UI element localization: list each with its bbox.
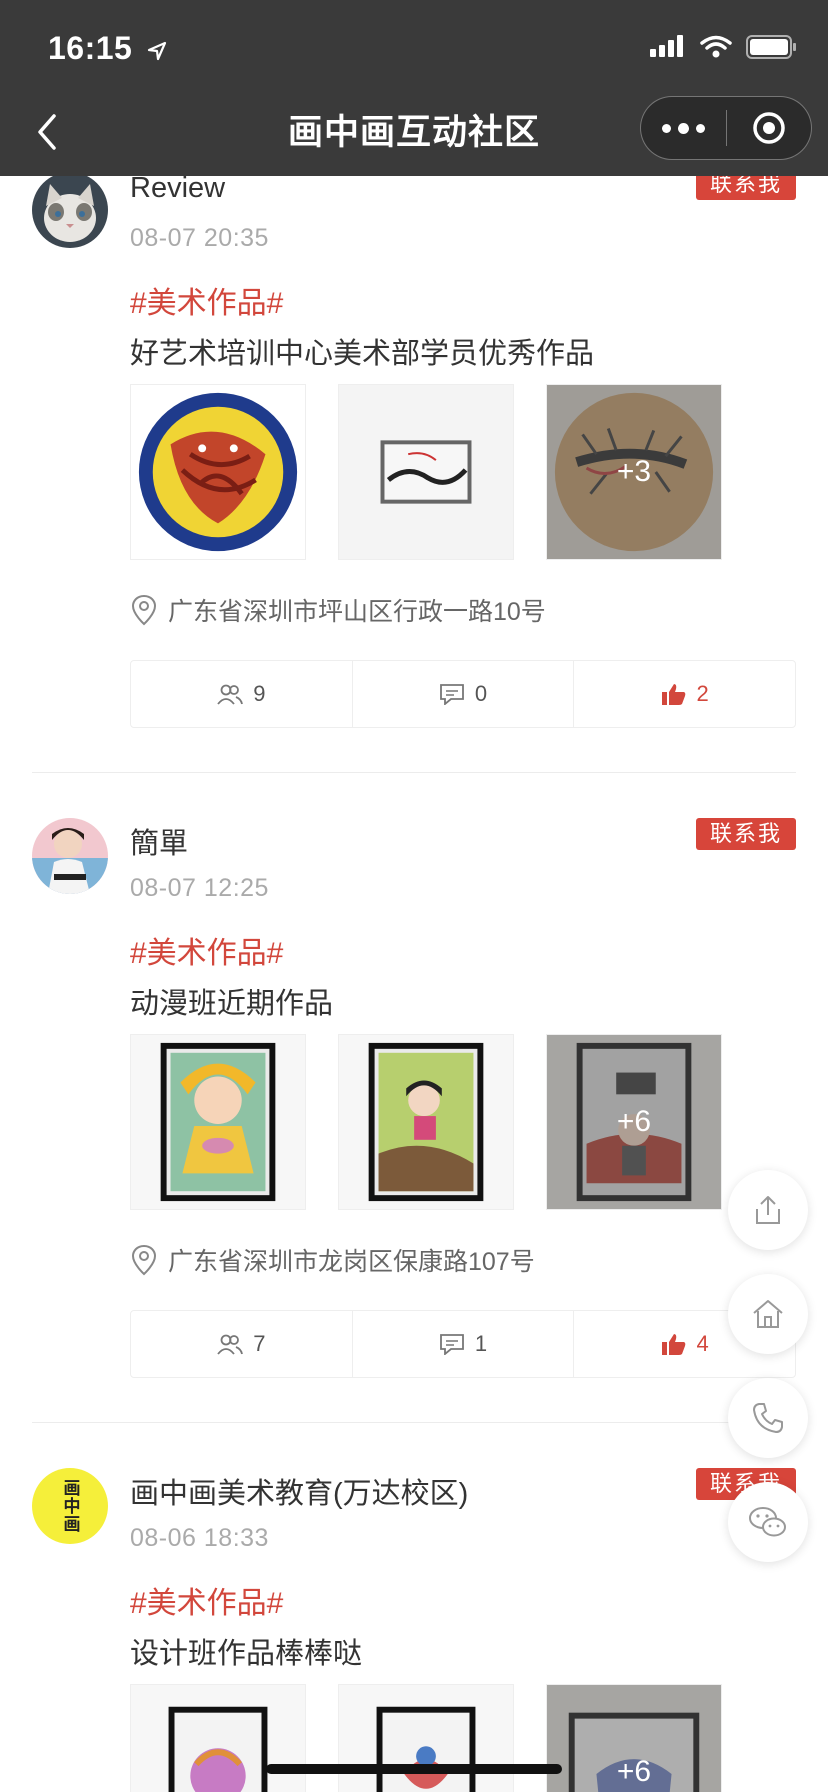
phone-button[interactable] xyxy=(728,1378,808,1458)
comment-icon xyxy=(439,1334,464,1355)
post-author[interactable]: Review xyxy=(130,172,225,205)
signal-icon xyxy=(650,35,683,57)
avatar[interactable]: 画中画 xyxy=(32,1468,108,1544)
comment-button[interactable]: 0 xyxy=(353,661,575,727)
post-image[interactable]: +3 xyxy=(546,384,722,560)
status-icons xyxy=(650,34,798,60)
post-image[interactable] xyxy=(338,1684,514,1792)
post-location[interactable]: 广东省深圳市龙岗区保康路107号 xyxy=(130,1242,535,1278)
comment-icon xyxy=(439,684,464,705)
post-image[interactable] xyxy=(130,1034,306,1210)
thumbs-up-icon xyxy=(661,684,685,705)
comment-button[interactable]: 1 xyxy=(353,1311,575,1377)
post-author[interactable]: 画中画美术教育(万达校区) xyxy=(130,1470,468,1512)
post-date: 08-07 20:35 xyxy=(130,224,269,252)
comments-count: 0 xyxy=(474,681,488,706)
post-date: 08-06 18:33 xyxy=(130,1524,269,1552)
share-icon xyxy=(756,1196,780,1224)
more-button[interactable] xyxy=(641,97,726,159)
target-icon xyxy=(753,112,785,144)
contact-button[interactable]: 联系我 xyxy=(695,818,796,850)
post-actions: 7 1 4 xyxy=(130,1310,796,1378)
post-tag[interactable]: #美术作品# xyxy=(130,1578,283,1622)
home-icon xyxy=(753,1300,783,1328)
views-count: 9 xyxy=(253,681,266,706)
more-images-count: +6 xyxy=(547,1685,721,1792)
post-image[interactable] xyxy=(130,1684,306,1792)
post-actions: 9 0 2 xyxy=(130,660,796,728)
close-mini-program-button[interactable] xyxy=(727,97,811,159)
location-pin-icon xyxy=(131,594,157,626)
post-date: 08-07 12:25 xyxy=(130,874,269,902)
likes-count: 4 xyxy=(696,1331,709,1356)
post-image[interactable]: +6 xyxy=(546,1684,722,1792)
more-images-count: +6 xyxy=(547,1035,721,1209)
status-time: 16:15 xyxy=(48,30,168,67)
mini-program-capsule xyxy=(640,96,812,160)
phone-icon xyxy=(753,1403,783,1433)
post-image[interactable] xyxy=(130,384,306,560)
location-text: 广东省深圳市龙岗区保康路107号 xyxy=(168,1248,535,1276)
post-location[interactable]: 广东省深圳市坪山区行政一路10号 xyxy=(130,592,546,628)
post-tag[interactable]: #美术作品# xyxy=(130,278,283,322)
views-button[interactable]: 9 xyxy=(131,661,353,727)
avatar[interactable] xyxy=(32,818,108,894)
post-tag[interactable]: #美术作品# xyxy=(130,928,283,972)
views-count: 7 xyxy=(253,1331,266,1356)
thumbs-up-icon xyxy=(661,1334,685,1355)
more-images-count: +3 xyxy=(547,385,721,559)
status-time-text: 16:15 xyxy=(48,30,133,66)
post-author[interactable]: 簡單 xyxy=(130,820,188,862)
post-text: 好艺术培训中心美术部学员优秀作品 xyxy=(130,338,595,370)
battery-icon xyxy=(746,35,796,59)
post-text: 设计班作品棒棒哒 xyxy=(130,1638,363,1670)
location-text: 广东省深圳市坪山区行政一路10号 xyxy=(168,598,546,626)
views-button[interactable]: 7 xyxy=(131,1311,353,1377)
avatar[interactable] xyxy=(32,172,108,248)
comments-count: 1 xyxy=(474,1331,488,1356)
avatar-logo-text: 画中画 xyxy=(60,1479,80,1533)
post-image[interactable] xyxy=(338,384,514,560)
location-arrow-icon xyxy=(147,41,166,60)
post-image[interactable]: +6 xyxy=(546,1034,722,1210)
users-icon xyxy=(217,684,244,705)
location-pin-icon xyxy=(131,1244,157,1276)
home-button[interactable] xyxy=(728,1274,808,1354)
navigation-bar: 16:15 画中画互动社区 xyxy=(0,0,828,176)
home-indicator xyxy=(266,1764,562,1774)
like-button[interactable]: 2 xyxy=(574,661,795,727)
likes-count: 2 xyxy=(696,681,709,706)
post-image[interactable] xyxy=(338,1034,514,1210)
wechat-icon xyxy=(749,1507,786,1537)
users-icon xyxy=(217,1334,244,1355)
wifi-icon xyxy=(700,35,732,58)
post-text: 动漫班近期作品 xyxy=(130,988,334,1020)
wechat-button[interactable] xyxy=(728,1482,808,1562)
share-button[interactable] xyxy=(728,1170,808,1250)
